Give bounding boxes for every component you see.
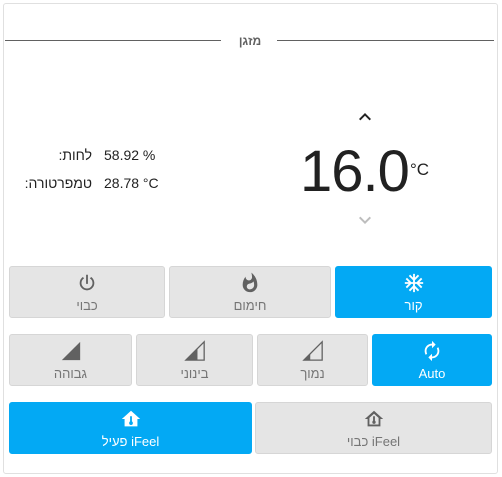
fan-auto-label: Auto [418,365,446,381]
mode-off-button[interactable]: כבוי [9,266,165,318]
ifeel-off-button[interactable]: כבוי iFeel [255,402,492,454]
fan-high-button[interactable]: גבוהה [9,334,132,386]
mode-cool-button[interactable]: קור [335,266,492,318]
chevron-down-icon[interactable] [353,208,377,232]
mode-off-label: כבוי [76,297,98,313]
ifeel-on-label: פעיל iFeel [101,433,160,449]
card-title: מזגן [238,34,262,48]
fan-high-label: גבוהה [53,365,88,381]
fan-auto-button[interactable]: Auto [372,334,492,386]
mode-heat-button[interactable]: חימום [169,266,331,318]
signal-medium-icon [183,339,205,361]
header-divider-left [5,40,221,41]
temperature-value: 28.78 °C [104,175,159,191]
temperature-unit: °C [410,160,430,179]
chevron-up-icon[interactable] [353,105,377,129]
ifeel-off-label: כבוי iFeel [346,433,401,449]
autorenew-icon [424,340,440,361]
signal-low-icon [301,339,323,361]
temperature-label: טמפרטורה: [24,175,92,191]
target-temperature: 16.0 [300,139,410,204]
fan-low-button[interactable]: נמוך [257,334,368,386]
fan-medium-label: בינוני [180,365,209,381]
ifeel-on-button[interactable]: פעיל iFeel [9,402,252,454]
mode-heat-label: חימום [233,297,267,313]
snowflake-icon [404,273,423,292]
home-thermometer-filled-icon [121,410,140,426]
power-icon [79,274,95,290]
fan-low-label: נמוך [300,365,325,381]
humidity-label: לחות: [58,147,92,163]
humidity-value: 58.92 % [104,147,156,163]
fan-medium-button[interactable]: בינוני [136,334,253,386]
home-thermometer-outline-icon [364,410,383,426]
fire-icon [242,272,258,292]
signal-full-icon [61,341,80,360]
mode-cool-label: קור [404,297,423,313]
header-divider-right [277,40,494,41]
